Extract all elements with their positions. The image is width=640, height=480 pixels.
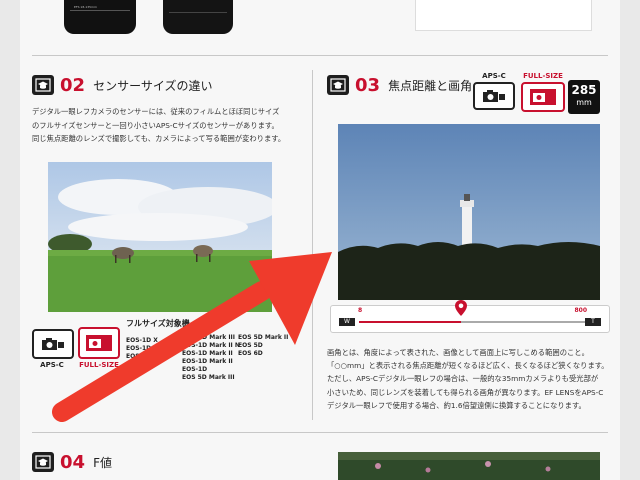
annotation-arrow-icon xyxy=(52,252,332,422)
